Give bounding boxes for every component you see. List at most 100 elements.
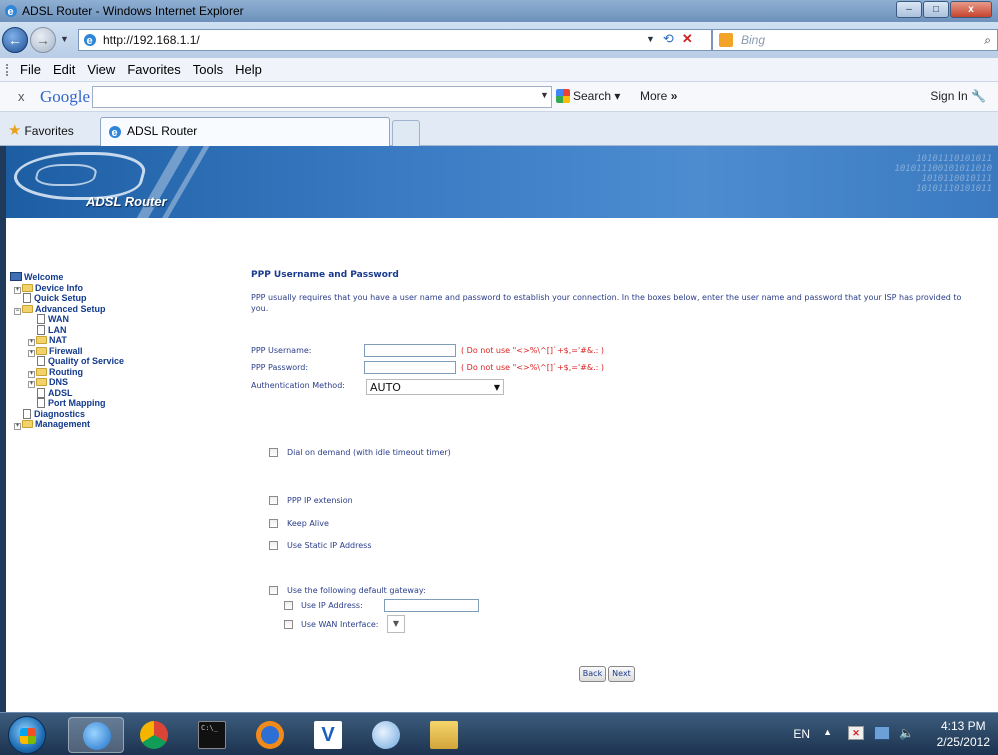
google-sign-in-label: Sign In [930,89,968,103]
page-icon [37,324,45,335]
tab-title: ADSL Router [127,124,198,138]
language-indicator[interactable]: EN [793,727,810,741]
google-dropdown-icon[interactable]: ▼ [540,90,549,100]
sidebar-item[interactable]: + Firewall [10,346,190,357]
favorites-button[interactable]: ★ Favorites [8,121,74,139]
minimize-button[interactable]: – [896,1,922,18]
sidebar-item[interactable]: + Routing [10,367,190,378]
default-gateway-checkbox[interactable] [269,586,278,595]
taskbar-chrome[interactable] [126,717,182,753]
ie-tab-icon: e [109,126,121,139]
google-toolbar-close-icon[interactable]: x [18,89,25,104]
search-icon[interactable]: ⌕ [984,30,991,50]
address-input[interactable]: e http://192.168.1.1/ [78,29,712,51]
expand-icon[interactable]: + [14,423,21,430]
favorites-bar: ★ Favorites e ADSL Router [0,112,998,146]
google-more-button[interactable]: More » [640,89,677,103]
taskbar-ie[interactable] [68,717,124,753]
menu-help[interactable]: Help [235,62,262,77]
next-form-button[interactable]: Next [608,666,635,682]
dial-on-demand-checkbox[interactable] [269,448,278,457]
history-dropdown-icon[interactable]: ▼ [60,34,69,44]
action-center-icon[interactable]: ✕ [848,726,864,740]
taskbar-vc[interactable]: V [300,717,356,753]
menu-file[interactable]: File [20,62,41,77]
sidebar-item[interactable]: + DNS [10,377,190,388]
page-icon [37,314,45,324]
window-titlebar[interactable]: e ADSL Router - Windows Internet Explore… [0,0,998,22]
sidebar-item[interactable]: Welcome [10,272,190,283]
sidebar-item[interactable]: WAN [10,314,190,325]
google-search-input[interactable] [92,86,552,108]
sidebar-item[interactable]: Quality of Service [10,356,190,367]
sidebar-item[interactable]: Diagnostics [10,408,190,420]
taskbar-cmd[interactable]: C:\_ [184,717,240,753]
keep-alive-checkbox[interactable] [269,519,278,528]
folder-icon [36,336,47,344]
google-search-button[interactable]: Search ▾ [556,89,620,103]
refresh-icon[interactable]: ⟲ [663,29,674,49]
taskbar-paint[interactable] [358,717,414,753]
sidebar-item-label: Port Mapping [48,398,106,408]
maximize-button[interactable]: □ [923,1,949,18]
sidebar-item-label: ADSL [48,387,73,398]
ie-icon: e [5,5,17,18]
sidebar-item[interactable]: Quick Setup [10,293,190,304]
show-hidden-icons-icon[interactable]: ▲ [823,727,832,737]
svg-text:e: e [8,6,14,18]
menu-view[interactable]: View [87,62,115,77]
windows-taskbar: C:\_ V EN ▲ ✕ 🔈 4:13 PM 2/25/2012 [0,712,998,755]
wan-interface-select[interactable]: ▼ [387,615,405,633]
taskbar-explorer[interactable] [416,717,472,753]
close-button[interactable]: x [950,1,992,18]
menu-bar: File Edit View Favorites Tools Help [0,58,998,82]
menu-edit[interactable]: Edit [53,62,75,77]
sidebar-item[interactable]: + Management [10,419,190,430]
keep-alive-label: Keep Alive [287,519,329,528]
sidebar-item[interactable]: − Advanced Setup [10,304,190,315]
back-button[interactable]: ← [2,27,28,53]
page-icon [23,293,31,303]
sidebar-item[interactable]: ADSL [10,387,190,399]
ppp-username-input[interactable] [364,344,456,357]
volume-icon[interactable]: 🔈 [899,726,914,740]
network-icon[interactable] [874,726,890,740]
use-ip-address-label: Use IP Address: [301,601,363,610]
sidebar-item[interactable]: LAN [10,324,190,336]
page-description: PPP usually requires that you have a use… [251,293,962,313]
back-form-button[interactable]: Back [579,666,606,682]
sidebar-item[interactable]: + Device Info [10,283,190,294]
start-button[interactable] [8,716,46,754]
toolbar-grip[interactable] [6,64,8,76]
google-sign-in[interactable]: Sign In 🔧 [930,89,986,103]
sidebar-item-label: Quality of Service [48,356,125,366]
page-title: PPP Username and Password [251,270,399,280]
wrench-icon[interactable]: 🔧 [971,89,986,103]
forward-button[interactable]: → [30,27,56,53]
auth-method-select[interactable]: AUTO ▼ [366,379,504,395]
use-static-ip-checkbox[interactable] [269,541,278,550]
bing-search-input[interactable]: Bing ⌕ [712,29,998,51]
menu-tools[interactable]: Tools [193,62,223,77]
clock[interactable]: 4:13 PM 2/25/2012 [937,718,990,750]
tab-adsl-router[interactable]: e ADSL Router [100,117,390,146]
taskbar-firefox[interactable] [242,717,298,753]
sidebar-item-label: Diagnostics [34,408,86,419]
pc-icon [10,272,22,281]
bing-placeholder: Bing [741,33,766,47]
gateway-ip-input[interactable] [384,599,479,612]
sidebar-item-label: Device Info [35,282,84,293]
menu-favorites[interactable]: Favorites [127,62,180,77]
sidebar-item[interactable]: Port Mapping [10,398,190,409]
sidebar-item[interactable]: + NAT [10,335,190,346]
ppp-ip-extension-checkbox[interactable] [269,496,278,505]
use-ip-address-checkbox[interactable] [284,601,293,610]
url-dropdown-icon[interactable]: ▼ [646,29,655,49]
use-wan-interface-checkbox[interactable] [284,620,293,629]
new-tab-button[interactable] [392,120,420,146]
sidebar-item-label: NAT [49,335,67,345]
ppp-password-input[interactable] [364,361,456,374]
chrome-icon [140,721,168,749]
cmd-icon: C:\_ [198,721,226,749]
stop-icon[interactable]: ✕ [682,29,693,49]
